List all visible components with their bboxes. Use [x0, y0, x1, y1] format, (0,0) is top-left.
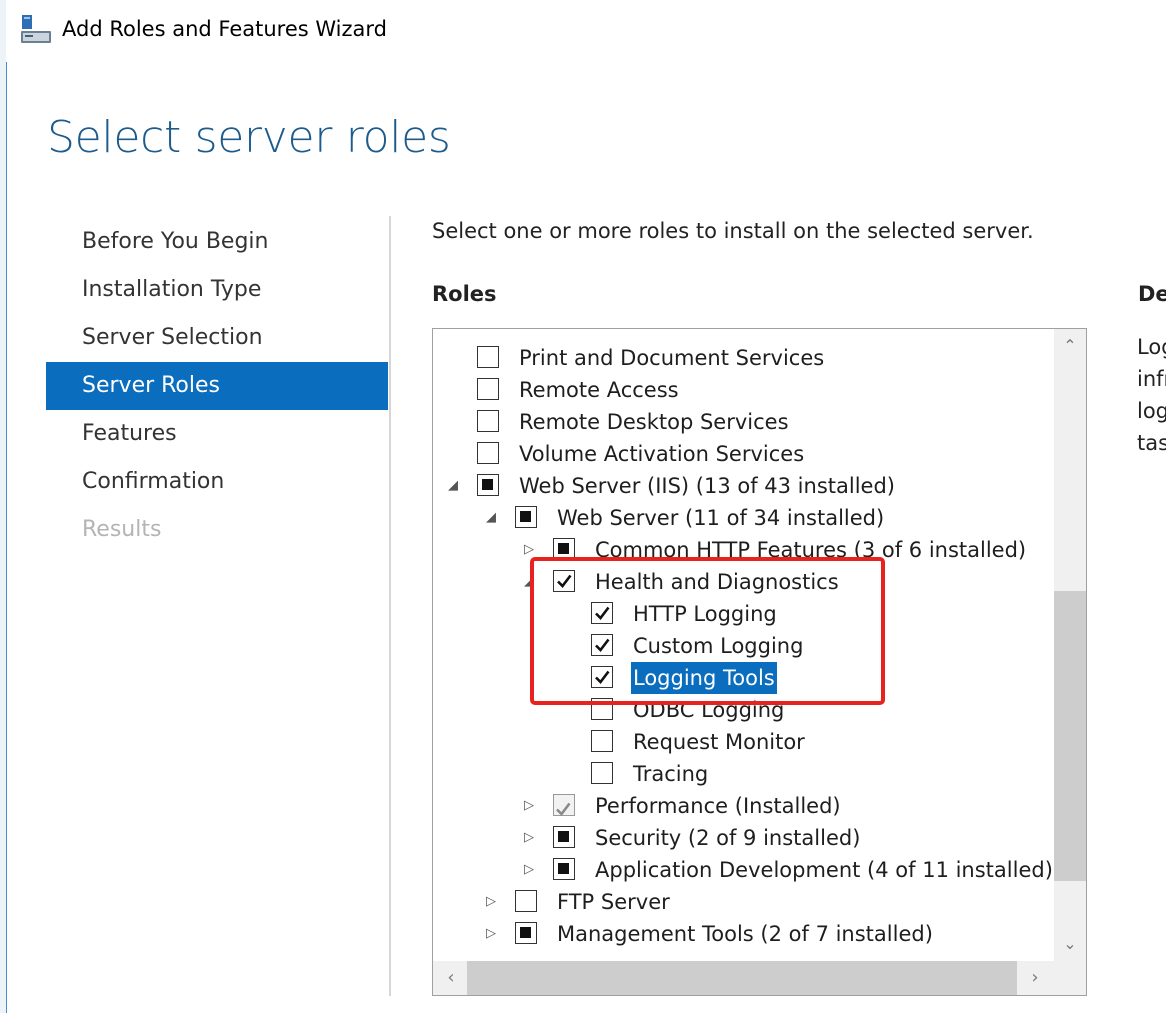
role-checkbox[interactable]	[553, 794, 575, 816]
tree-row[interactable]: ▷ Application Development (4 of 11 instal…	[433, 854, 1053, 886]
role-label: Volume Activation Services	[519, 442, 805, 466]
expand-arrow-icon[interactable]: ▷	[521, 854, 537, 886]
scroll-down-icon[interactable]: ⌄	[1054, 929, 1086, 959]
role-checkbox[interactable]	[515, 922, 537, 944]
tree-row[interactable]: Remote Desktop Services	[433, 406, 1053, 438]
tree-row[interactable]: Remote Access	[433, 374, 1053, 406]
role-label: Print and Document Services	[519, 346, 825, 370]
role-label: Remote Access	[519, 378, 679, 402]
role-label: Web Server (IIS) (13 of 43 installed)	[519, 474, 895, 498]
collapse-arrow-icon[interactable]: ◢	[445, 470, 461, 502]
page-title: Select server roles	[47, 112, 451, 163]
collapse-arrow-icon[interactable]: ◢	[483, 502, 499, 534]
nav-step-server-roles[interactable]: Server Roles	[46, 362, 388, 410]
expand-arrow-icon[interactable]: ▷	[483, 918, 499, 950]
scroll-left-icon[interactable]: ‹	[435, 961, 467, 995]
scroll-right-icon[interactable]: ›	[1019, 961, 1051, 995]
scrollbar-corner	[1054, 961, 1086, 995]
vertical-scroll-thumb[interactable]	[1054, 591, 1086, 881]
window-title: Add Roles and Features Wizard	[62, 17, 387, 41]
checkmark-icon	[556, 802, 571, 816]
role-checkbox[interactable]	[591, 730, 613, 752]
nav-step-results: Results	[82, 517, 162, 542]
role-label: Management Tools (2 of 7 installed)	[557, 922, 933, 946]
tree-row[interactable]: Print and Document Services	[433, 342, 1053, 374]
role-label: Request Monitor	[633, 730, 805, 754]
nav-step-confirmation[interactable]: Confirmation	[46, 458, 388, 506]
roles-heading: Roles	[432, 282, 497, 306]
nav-step-before-you-begin[interactable]: Before You Begin	[46, 218, 388, 266]
role-label: Performance (Installed)	[595, 794, 841, 818]
vertical-scrollbar[interactable]: ⌃ ⌄	[1054, 329, 1086, 961]
nav-step-installation-type[interactable]: Installation Type	[46, 266, 388, 314]
role-checkbox[interactable]	[553, 858, 575, 880]
tree-row[interactable]: Tracing	[433, 758, 1053, 790]
description-text: Log infr log tas	[1137, 335, 1166, 455]
instruction-text: Select one or more roles to install on t…	[432, 219, 1034, 243]
role-checkbox[interactable]	[591, 762, 613, 784]
role-checkbox[interactable]	[515, 506, 537, 528]
background-window-edge	[0, 0, 7, 1013]
tree-row[interactable]: Request Monitor	[433, 726, 1053, 758]
role-label: FTP Server	[557, 890, 670, 914]
expand-arrow-icon[interactable]: ▷	[521, 790, 537, 822]
role-checkbox[interactable]	[477, 346, 499, 368]
role-label: Application Development (4 of 11 install…	[595, 858, 1053, 882]
expand-arrow-icon[interactable]: ▷	[483, 886, 499, 918]
wizard-steps-nav: Before You Begin Installation Type Server …	[46, 218, 388, 554]
title-bar: Add Roles and Features Wizard	[6, 0, 1166, 62]
tree-row[interactable]: ◢ Web Server (IIS) (13 of 43 installed)	[433, 470, 1053, 502]
horizontal-scroll-thumb[interactable]	[467, 961, 1017, 995]
horizontal-scrollbar[interactable]: ‹ ›	[433, 961, 1054, 995]
role-checkbox[interactable]	[477, 410, 499, 432]
role-label: Web Server (11 of 34 installed)	[557, 506, 885, 530]
description-heading: De	[1138, 282, 1166, 306]
tree-row[interactable]: ▷ FTP Server	[433, 886, 1053, 918]
nav-step-server-selection[interactable]: Server Selection	[46, 314, 388, 362]
role-checkbox[interactable]	[477, 442, 499, 464]
tree-row[interactable]: ▷ Management Tools (2 of 7 installed)	[433, 918, 1053, 950]
role-checkbox[interactable]	[477, 378, 499, 400]
role-label: Remote Desktop Services	[519, 410, 789, 434]
role-checkbox[interactable]	[477, 474, 499, 496]
tree-row[interactable]: ▷ Performance (Installed)	[433, 790, 1053, 822]
role-label: Tracing	[633, 762, 709, 786]
annotation-highlight-box	[530, 557, 885, 705]
tree-row[interactable]: Volume Activation Services	[433, 438, 1053, 470]
expand-arrow-icon[interactable]: ▷	[521, 822, 537, 854]
role-label: Security (2 of 9 installed)	[595, 826, 861, 850]
nav-step-features[interactable]: Features	[46, 410, 388, 458]
scroll-up-icon[interactable]: ⌃	[1054, 331, 1086, 361]
role-checkbox[interactable]	[553, 826, 575, 848]
tree-row[interactable]: ◢ Web Server (11 of 34 installed)	[433, 502, 1053, 534]
role-checkbox[interactable]	[515, 890, 537, 912]
nav-divider	[389, 216, 391, 996]
server-manager-icon	[20, 14, 54, 46]
tree-row[interactable]: ▷ Security (2 of 9 installed)	[433, 822, 1053, 854]
